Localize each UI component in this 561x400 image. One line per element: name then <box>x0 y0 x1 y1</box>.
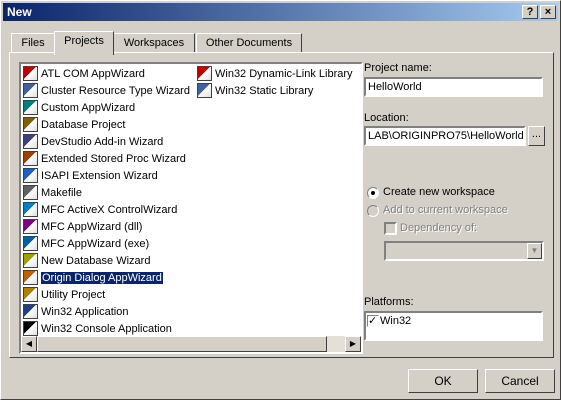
new-dialog: New ? × Files Projects Workspaces Other … <box>0 0 561 400</box>
win32-checkbox[interactable]: ✓ <box>367 315 379 327</box>
list-item[interactable]: Database Project <box>23 116 126 134</box>
add-to-workspace-radio[interactable] <box>367 205 379 217</box>
win32-app-icon <box>23 303 38 319</box>
static-lib-icon <box>197 82 212 98</box>
tab-files[interactable]: Files <box>11 33 55 53</box>
list-item[interactable]: MFC AppWizard (dll) <box>23 218 143 236</box>
add-to-workspace-label: Add to current workspace <box>383 204 508 216</box>
browse-button[interactable]: ... <box>528 126 545 146</box>
list-item-label: Database Project <box>41 119 126 131</box>
list-item-label: MFC AppWizard (dll) <box>41 221 143 233</box>
create-new-workspace-radio[interactable] <box>367 187 379 199</box>
list-item-label: Cluster Resource Type Wizard <box>41 85 190 97</box>
list-item[interactable]: Cluster Resource Type Wizard <box>23 82 190 100</box>
list-item[interactable]: Extended Stored Proc Wizard <box>23 150 186 168</box>
location-label: Location: <box>364 112 409 124</box>
list-item-label: ATL COM AppWizard <box>41 68 145 80</box>
activex-icon <box>23 201 38 217</box>
mfc-dll-icon <box>23 218 38 234</box>
list-item-label: Win32 Application <box>41 306 129 318</box>
platforms-list[interactable]: ✓ Win32 <box>364 311 543 341</box>
list-item[interactable]: Win32 Dynamic-Link Library <box>197 65 353 83</box>
list-item-label: Win32 Static Library <box>215 85 314 97</box>
list-item-label: Makefile <box>41 187 82 199</box>
list-item[interactable]: Utility Project <box>23 286 106 304</box>
list-item-label: Custom AppWizard <box>41 102 136 114</box>
new-db-icon <box>23 252 38 268</box>
list-item-label: Extended Stored Proc Wizard <box>41 153 186 165</box>
scroll-right-icon[interactable]: ▶ <box>345 336 361 352</box>
origin-icon <box>23 269 38 285</box>
list-item-label: ISAPI Extension Wizard <box>41 170 158 182</box>
ok-button[interactable]: OK <box>408 369 478 393</box>
list-item-label: Win32 Dynamic-Link Library <box>215 68 353 80</box>
platform-item-win32: Win32 <box>380 315 412 327</box>
isapi-icon <box>23 167 38 183</box>
list-item[interactable]: Makefile <box>23 184 82 202</box>
makefile-icon <box>23 184 38 200</box>
list-item[interactable]: ATL COM AppWizard <box>23 65 145 83</box>
tab-other-documents[interactable]: Other Documents <box>196 33 302 53</box>
checkmark-icon: ✓ <box>368 315 378 327</box>
chevron-down-icon[interactable]: ▼ <box>527 243 542 259</box>
list-item-label: Win32 Console Application <box>41 323 172 335</box>
dependency-checkbox[interactable] <box>384 222 397 235</box>
dll-icon <box>197 65 212 81</box>
list-item-label: DevStudio Add-in Wizard <box>41 136 164 148</box>
list-item[interactable]: Custom AppWizard <box>23 99 136 117</box>
horizontal-scrollbar[interactable]: ◀ ▶ <box>21 336 361 352</box>
list-item-label: Utility Project <box>41 289 106 301</box>
list-item-label: Origin Dialog AppWizard <box>40 271 164 285</box>
list-item[interactable]: MFC ActiveX ControlWizard <box>23 201 178 219</box>
list-item-label: New Database Wizard <box>41 255 151 267</box>
stored-proc-icon <box>23 150 38 166</box>
list-item[interactable]: DevStudio Add-in Wizard <box>23 133 164 151</box>
cluster-icon <box>23 82 38 98</box>
list-item-label: MFC AppWizard (exe) <box>41 238 150 250</box>
dialog-title: New <box>7 5 32 19</box>
location-input[interactable]: LAB\ORIGINPRO75\HelloWorld <box>364 126 526 146</box>
list-item[interactable]: Origin Dialog AppWizard <box>23 269 164 287</box>
dependency-dropdown[interactable]: ▼ <box>384 241 544 261</box>
cancel-button[interactable]: Cancel <box>485 369 555 393</box>
atl-icon <box>23 65 38 81</box>
database-icon <box>23 116 38 132</box>
help-button[interactable]: ? <box>522 5 538 19</box>
list-item[interactable]: Win32 Application <box>23 303 129 321</box>
utility-icon <box>23 286 38 302</box>
scroll-thumb[interactable] <box>37 336 327 352</box>
addin-icon <box>23 133 38 149</box>
list-item[interactable]: Win32 Static Library <box>197 82 314 100</box>
scroll-left-icon[interactable]: ◀ <box>21 336 37 352</box>
custom-wizard-icon <box>23 99 38 115</box>
mfc-exe-icon <box>23 235 38 251</box>
project-type-list[interactable]: ATL COM AppWizard Cluster Resource Type W… <box>19 62 363 354</box>
list-item[interactable]: New Database Wizard <box>23 252 151 270</box>
project-name-label: Project name: <box>364 62 432 74</box>
dependency-label: Dependency of: <box>400 222 478 234</box>
close-button[interactable]: × <box>540 5 556 19</box>
projects-panel: ATL COM AppWizard Cluster Resource Type W… <box>9 52 554 358</box>
tab-workspaces[interactable]: Workspaces <box>113 33 195 53</box>
tab-projects[interactable]: Projects <box>54 31 114 55</box>
create-new-workspace-label[interactable]: Create new workspace <box>383 186 495 198</box>
list-item-label: MFC ActiveX ControlWizard <box>41 204 178 216</box>
console-icon <box>23 320 38 336</box>
tab-bar: Files Projects Workspaces Other Document… <box>9 31 549 55</box>
platforms-label: Platforms: <box>364 296 414 308</box>
project-name-input[interactable]: HelloWorld <box>364 77 543 97</box>
list-item[interactable]: MFC AppWizard (exe) <box>23 235 150 253</box>
title-bar[interactable]: New ? × <box>3 3 558 21</box>
list-item[interactable]: ISAPI Extension Wizard <box>23 167 158 185</box>
